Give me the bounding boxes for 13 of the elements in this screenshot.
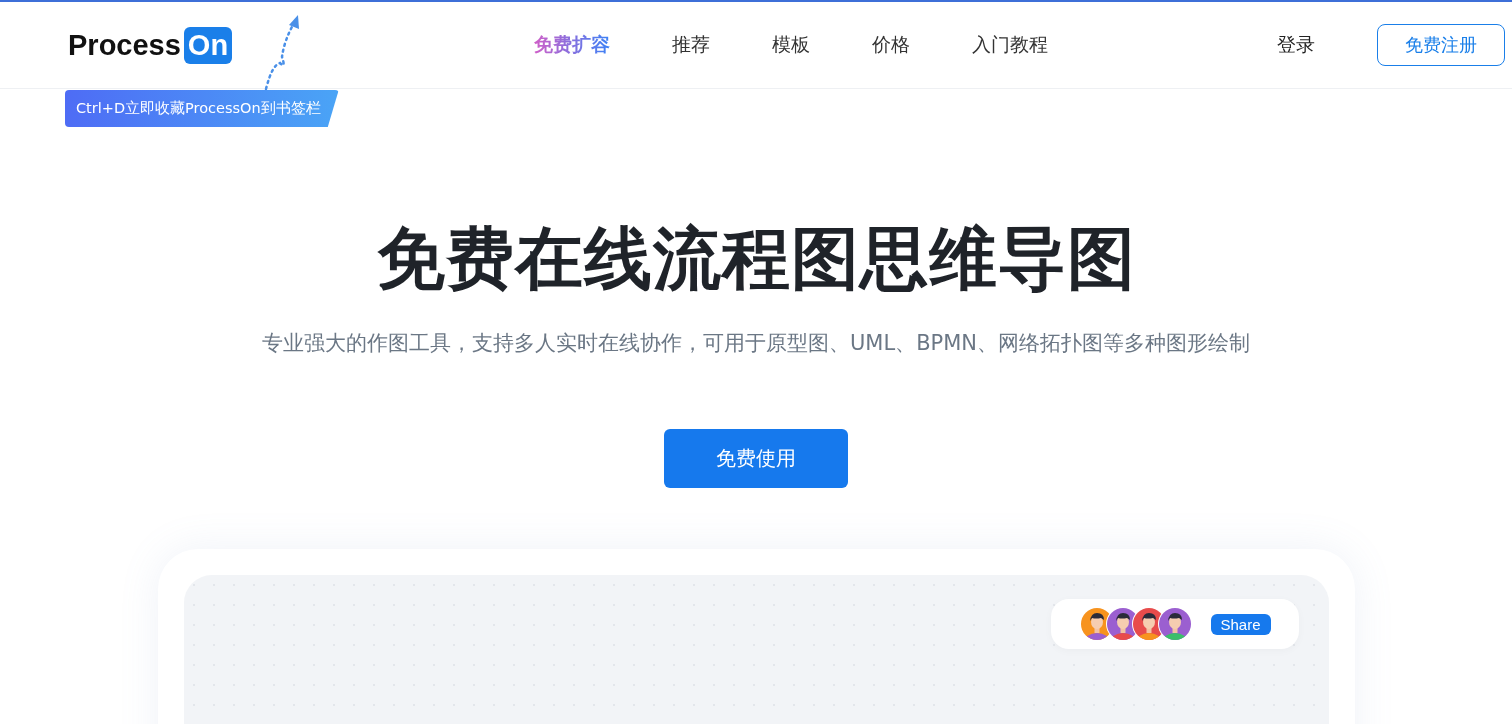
hero-title: 免费在线流程图思维导图 xyxy=(376,219,1136,299)
share-button[interactable]: Share xyxy=(1210,613,1271,635)
nav-link[interactable]: 入门教程 xyxy=(972,32,1049,58)
dotted-arrow-icon xyxy=(262,13,302,93)
login-link[interactable]: 登录 xyxy=(1277,32,1315,58)
register-button[interactable]: 免费注册 xyxy=(1377,24,1505,66)
nav-link[interactable]: 模板 xyxy=(772,32,811,58)
logo[interactable]: Process On xyxy=(68,26,233,64)
free-use-button[interactable]: 免费使用 xyxy=(664,429,848,488)
bookmark-tip: Ctrl+D立即收藏ProcessOn到书签栏 xyxy=(65,90,339,127)
nav-link[interactable]: 推荐 xyxy=(672,32,711,58)
hero-subtitle: 专业强大的作图工具，支持多人实时在线协作，可用于原型图、UML、BPMN、网络拓扑图等多种图形绘制 xyxy=(261,330,1251,357)
nav-link[interactable]: 价格 xyxy=(872,32,911,58)
